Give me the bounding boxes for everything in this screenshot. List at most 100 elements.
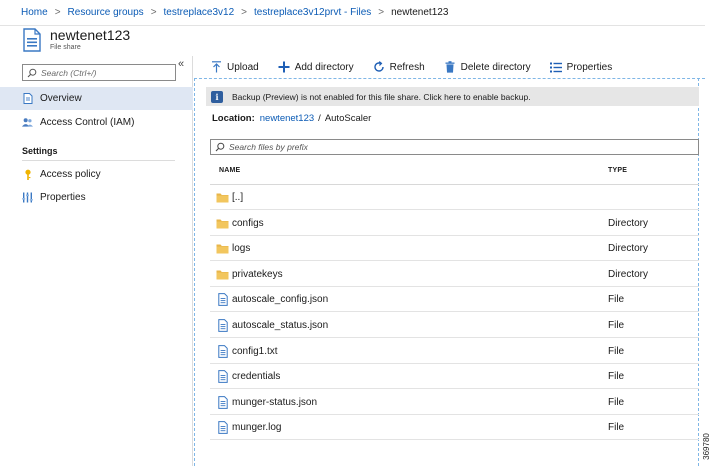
file-name[interactable]: privatekeys <box>232 269 283 280</box>
file-row[interactable]: munger-status.json File <box>210 390 699 415</box>
sidebar-item-label: Access policy <box>40 169 101 180</box>
delete-directory-button[interactable]: Delete directory <box>444 56 531 78</box>
file-name[interactable]: configs <box>232 218 264 229</box>
file-type: File <box>608 396 625 408</box>
sidebar-search[interactable] <box>22 64 176 81</box>
sidebar-item-overview[interactable]: Overview <box>0 87 193 110</box>
file-row[interactable]: autoscale_config.json File <box>210 287 699 313</box>
properties-icon <box>22 192 33 203</box>
section-divider <box>22 160 175 161</box>
trash-icon <box>444 61 456 73</box>
properties-label: Properties <box>566 61 613 73</box>
file-type: File <box>608 422 625 434</box>
file-name[interactable]: logs <box>232 243 250 254</box>
file-share-icon <box>23 28 41 52</box>
refresh-icon <box>373 61 385 73</box>
location-separator: / <box>318 113 321 124</box>
selection-border <box>194 78 195 466</box>
file-search-box[interactable] <box>210 139 699 155</box>
breadcrumb-separator: > <box>150 7 157 18</box>
refresh-label: Refresh <box>389 61 425 73</box>
breadcrumb-files[interactable]: testreplace3v12prvt - Files <box>254 7 371 18</box>
properties-button[interactable]: Properties <box>549 56 613 78</box>
sidebar-item-access-policy[interactable]: Access policy <box>0 163 193 186</box>
sidebar-search-input[interactable] <box>41 67 171 78</box>
folder-row[interactable]: logs Directory <box>210 236 699 262</box>
file-type: File <box>608 294 625 306</box>
sidebar-item-properties[interactable]: Properties <box>0 186 193 209</box>
file-name[interactable]: [..] <box>232 192 243 203</box>
file-row[interactable]: credentials File <box>210 364 699 390</box>
folder-row[interactable]: privatekeys Directory <box>210 262 699 287</box>
page-header: newtenet123 File share <box>0 27 705 55</box>
file-type: File <box>608 320 625 331</box>
upload-button[interactable]: Upload <box>210 56 259 78</box>
refresh-button[interactable]: Refresh <box>373 56 425 78</box>
file-icon <box>216 421 229 435</box>
page-title: newtenet123 <box>50 27 131 43</box>
location-path: Location: newtenet123 / AutoScaler <box>212 113 371 124</box>
sidebar-item-label: Access Control (IAM) <box>40 117 135 128</box>
breadcrumb-current: newtenet123 <box>391 7 449 18</box>
column-header-type[interactable]: TYPE <box>608 167 627 174</box>
add-directory-button[interactable]: Add directory <box>278 56 354 78</box>
search-icon <box>27 68 37 77</box>
breadcrumb-separator: > <box>54 7 61 18</box>
file-icon <box>216 395 229 409</box>
search-icon <box>215 142 225 152</box>
file-icon <box>216 319 229 332</box>
selection-border <box>194 78 705 79</box>
settings-heading: Settings <box>22 146 58 156</box>
file-type: Directory <box>608 243 649 255</box>
main-content: Upload Add directory Refresh Delete dire… <box>194 56 705 466</box>
file-name[interactable]: munger-status.json <box>232 397 317 408</box>
breadcrumb-separator: > <box>378 7 385 18</box>
folder-row[interactable]: [..] <box>210 185 699 210</box>
breadcrumb-resource-groups[interactable]: Resource groups <box>68 7 144 18</box>
folder-icon <box>216 217 229 230</box>
file-name[interactable]: munger.log <box>232 422 281 433</box>
info-icon: i <box>211 90 223 103</box>
upload-label: Upload <box>227 61 259 73</box>
column-header-name[interactable]: NAME <box>219 167 240 174</box>
backup-info-bar[interactable]: i Backup (Preview) is not enabled for th… <box>206 87 699 106</box>
breadcrumb-home[interactable]: Home <box>21 7 48 18</box>
file-icon <box>216 344 229 358</box>
page-subtitle: File share <box>50 44 81 51</box>
breadcrumb-resource-group[interactable]: testreplace3v12 <box>164 7 235 18</box>
file-type: File <box>608 371 625 383</box>
location-current-folder: AutoScaler <box>324 113 372 124</box>
folder-icon <box>216 191 229 204</box>
overview-icon <box>22 93 33 104</box>
file-name[interactable]: config1.txt <box>232 346 278 357</box>
collapse-sidebar-icon[interactable]: « <box>178 58 184 70</box>
upload-icon <box>210 61 222 73</box>
folder-row[interactable]: configs Directory <box>210 211 699 236</box>
folder-icon <box>216 268 229 281</box>
file-name[interactable]: autoscale_config.json <box>232 294 328 305</box>
file-type: Directory <box>608 268 649 280</box>
file-icon <box>216 370 229 384</box>
file-name[interactable]: autoscale_status.json <box>232 320 328 331</box>
file-name[interactable]: credentials <box>232 371 280 382</box>
list-icon <box>549 61 562 73</box>
sidebar-item-access-control[interactable]: Access Control (IAM) <box>0 111 193 134</box>
key-icon <box>22 169 33 180</box>
figure-id: 369780 <box>702 428 714 466</box>
location-label: Location: <box>212 113 255 124</box>
file-row[interactable]: config1.txt File <box>210 339 699 364</box>
plus-icon <box>278 61 290 73</box>
location-share-link[interactable]: newtenet123 <box>260 113 314 124</box>
breadcrumb-separator: > <box>241 7 247 18</box>
file-row[interactable]: munger.log File <box>210 415 699 441</box>
sidebar-item-label: Overview <box>40 93 82 104</box>
file-search-input[interactable] <box>229 142 669 152</box>
toolbar: Upload Add directory Refresh Delete dire… <box>194 56 705 78</box>
file-type: Directory <box>608 217 649 229</box>
add-directory-label: Add directory <box>294 61 354 73</box>
users-icon <box>22 117 33 128</box>
file-type: File <box>608 345 625 357</box>
azure-file-share-page: Home > Resource groups > testreplace3v12… <box>0 0 711 466</box>
file-row[interactable]: autoscale_status.json File <box>210 313 699 338</box>
file-icon <box>216 293 229 307</box>
